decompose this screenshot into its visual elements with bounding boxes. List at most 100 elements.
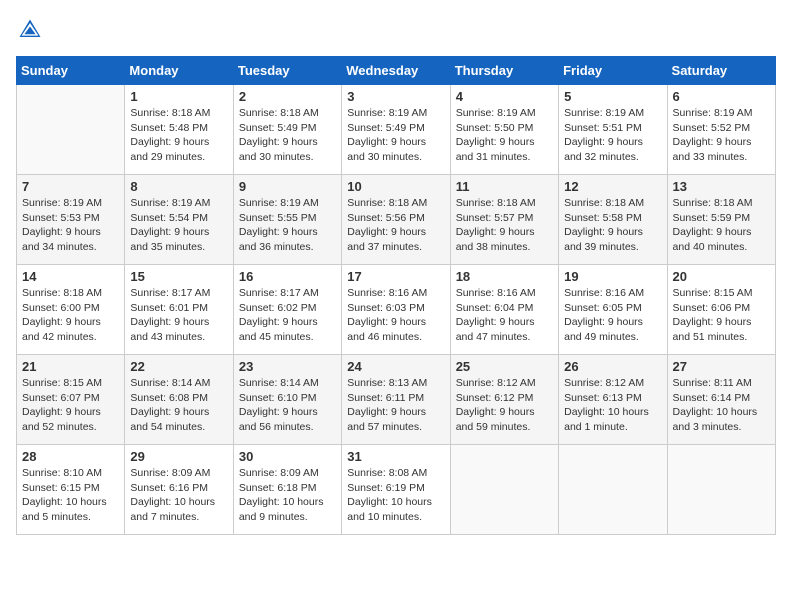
- day-detail: Sunrise: 8:09 AMSunset: 6:18 PMDaylight:…: [239, 466, 336, 525]
- day-number: 9: [239, 179, 336, 194]
- calendar-cell: 13 Sunrise: 8:18 AMSunset: 5:59 PMDayligh…: [667, 175, 775, 265]
- day-number: 4: [456, 89, 553, 104]
- day-number: 7: [22, 179, 119, 194]
- day-number: 8: [130, 179, 227, 194]
- day-number: 23: [239, 359, 336, 374]
- header-row: SundayMondayTuesdayWednesdayThursdayFrid…: [17, 57, 776, 85]
- calendar-cell: 3 Sunrise: 8:19 AMSunset: 5:49 PMDaylight…: [342, 85, 450, 175]
- day-detail: Sunrise: 8:18 AMSunset: 6:00 PMDaylight:…: [22, 286, 119, 345]
- day-number: 30: [239, 449, 336, 464]
- day-number: 24: [347, 359, 444, 374]
- calendar-cell: 10 Sunrise: 8:18 AMSunset: 5:56 PMDayligh…: [342, 175, 450, 265]
- day-detail: Sunrise: 8:13 AMSunset: 6:11 PMDaylight:…: [347, 376, 444, 435]
- day-number: 10: [347, 179, 444, 194]
- calendar-cell: 20 Sunrise: 8:15 AMSunset: 6:06 PMDayligh…: [667, 265, 775, 355]
- day-detail: Sunrise: 8:18 AMSunset: 5:58 PMDaylight:…: [564, 196, 661, 255]
- logo-icon: [16, 16, 44, 44]
- day-number: 15: [130, 269, 227, 284]
- calendar-cell: [450, 445, 558, 535]
- calendar-cell: 24 Sunrise: 8:13 AMSunset: 6:11 PMDayligh…: [342, 355, 450, 445]
- day-detail: Sunrise: 8:19 AMSunset: 5:49 PMDaylight:…: [347, 106, 444, 165]
- day-number: 29: [130, 449, 227, 464]
- day-detail: Sunrise: 8:12 AMSunset: 6:12 PMDaylight:…: [456, 376, 553, 435]
- calendar-header: SundayMondayTuesdayWednesdayThursdayFrid…: [17, 57, 776, 85]
- day-number: 31: [347, 449, 444, 464]
- day-number: 13: [673, 179, 770, 194]
- day-number: 12: [564, 179, 661, 194]
- day-detail: Sunrise: 8:18 AMSunset: 5:59 PMDaylight:…: [673, 196, 770, 255]
- calendar-week-3: 14 Sunrise: 8:18 AMSunset: 6:00 PMDayligh…: [17, 265, 776, 355]
- day-detail: Sunrise: 8:11 AMSunset: 6:14 PMDaylight:…: [673, 376, 770, 435]
- calendar-cell: 28 Sunrise: 8:10 AMSunset: 6:15 PMDayligh…: [17, 445, 125, 535]
- calendar-table: SundayMondayTuesdayWednesdayThursdayFrid…: [16, 56, 776, 535]
- day-number: 19: [564, 269, 661, 284]
- day-number: 21: [22, 359, 119, 374]
- page-header: [16, 16, 776, 44]
- day-detail: Sunrise: 8:16 AMSunset: 6:05 PMDaylight:…: [564, 286, 661, 345]
- day-detail: Sunrise: 8:16 AMSunset: 6:03 PMDaylight:…: [347, 286, 444, 345]
- day-number: 20: [673, 269, 770, 284]
- day-detail: Sunrise: 8:17 AMSunset: 6:01 PMDaylight:…: [130, 286, 227, 345]
- day-number: 27: [673, 359, 770, 374]
- day-number: 18: [456, 269, 553, 284]
- day-detail: Sunrise: 8:15 AMSunset: 6:07 PMDaylight:…: [22, 376, 119, 435]
- logo: [16, 16, 48, 44]
- calendar-cell: 16Sunrise: 8:17 AMSunset: 6:02 PMDayligh…: [233, 265, 341, 355]
- calendar-cell: 25 Sunrise: 8:12 AMSunset: 6:12 PMDayligh…: [450, 355, 558, 445]
- day-detail: Sunrise: 8:08 AMSunset: 6:19 PMDaylight:…: [347, 466, 444, 525]
- day-number: 1: [130, 89, 227, 104]
- calendar-cell: 23 Sunrise: 8:14 AMSunset: 6:10 PMDayligh…: [233, 355, 341, 445]
- day-detail: Sunrise: 8:19 AMSunset: 5:53 PMDaylight:…: [22, 196, 119, 255]
- calendar-cell: 8 Sunrise: 8:19 AMSunset: 5:54 PMDaylight…: [125, 175, 233, 265]
- day-number: 25: [456, 359, 553, 374]
- calendar-cell: 6Sunrise: 8:19 AMSunset: 5:52 PMDaylight…: [667, 85, 775, 175]
- day-detail: Sunrise: 8:18 AMSunset: 5:57 PMDaylight:…: [456, 196, 553, 255]
- calendar-cell: 14 Sunrise: 8:18 AMSunset: 6:00 PMDayligh…: [17, 265, 125, 355]
- day-number: 17: [347, 269, 444, 284]
- day-number: 28: [22, 449, 119, 464]
- calendar-cell: 12 Sunrise: 8:18 AMSunset: 5:58 PMDayligh…: [559, 175, 667, 265]
- header-cell-friday: Friday: [559, 57, 667, 85]
- calendar-cell: [17, 85, 125, 175]
- day-detail: Sunrise: 8:09 AMSunset: 6:16 PMDaylight:…: [130, 466, 227, 525]
- calendar-cell: 21 Sunrise: 8:15 AMSunset: 6:07 PMDayligh…: [17, 355, 125, 445]
- calendar-cell: 7 Sunrise: 8:19 AMSunset: 5:53 PMDaylight…: [17, 175, 125, 265]
- calendar-cell: 2 Sunrise: 8:18 AMSunset: 5:49 PMDaylight…: [233, 85, 341, 175]
- calendar-cell: 15 Sunrise: 8:17 AMSunset: 6:01 PMDayligh…: [125, 265, 233, 355]
- day-detail: Sunrise: 8:15 AMSunset: 6:06 PMDaylight:…: [673, 286, 770, 345]
- calendar-cell: 5 Sunrise: 8:19 AMSunset: 5:51 PMDaylight…: [559, 85, 667, 175]
- calendar-cell: 29 Sunrise: 8:09 AMSunset: 6:16 PMDayligh…: [125, 445, 233, 535]
- calendar-cell: [667, 445, 775, 535]
- day-detail: Sunrise: 8:19 AMSunset: 5:52 PMDaylight:…: [673, 106, 770, 165]
- calendar-cell: 17 Sunrise: 8:16 AMSunset: 6:03 PMDayligh…: [342, 265, 450, 355]
- day-detail: Sunrise: 8:10 AMSunset: 6:15 PMDaylight:…: [22, 466, 119, 525]
- day-detail: Sunrise: 8:18 AMSunset: 5:56 PMDaylight:…: [347, 196, 444, 255]
- day-number: 22: [130, 359, 227, 374]
- calendar-cell: 1 Sunrise: 8:18 AMSunset: 5:48 PMDaylight…: [125, 85, 233, 175]
- day-number: 11: [456, 179, 553, 194]
- day-detail: Sunrise: 8:19 AMSunset: 5:54 PMDaylight:…: [130, 196, 227, 255]
- day-number: 26: [564, 359, 661, 374]
- header-cell-sunday: Sunday: [17, 57, 125, 85]
- calendar-cell: 18Sunrise: 8:16 AMSunset: 6:04 PMDayligh…: [450, 265, 558, 355]
- day-detail: Sunrise: 8:18 AMSunset: 5:48 PMDaylight:…: [130, 106, 227, 165]
- calendar-cell: 26Sunrise: 8:12 AMSunset: 6:13 PMDayligh…: [559, 355, 667, 445]
- day-number: 5: [564, 89, 661, 104]
- calendar-cell: 22Sunrise: 8:14 AMSunset: 6:08 PMDayligh…: [125, 355, 233, 445]
- header-cell-wednesday: Wednesday: [342, 57, 450, 85]
- header-cell-monday: Monday: [125, 57, 233, 85]
- day-detail: Sunrise: 8:18 AMSunset: 5:49 PMDaylight:…: [239, 106, 336, 165]
- calendar-week-2: 7 Sunrise: 8:19 AMSunset: 5:53 PMDaylight…: [17, 175, 776, 265]
- calendar-week-4: 21 Sunrise: 8:15 AMSunset: 6:07 PMDayligh…: [17, 355, 776, 445]
- header-cell-thursday: Thursday: [450, 57, 558, 85]
- day-number: 3: [347, 89, 444, 104]
- day-number: 2: [239, 89, 336, 104]
- calendar-cell: 30 Sunrise: 8:09 AMSunset: 6:18 PMDayligh…: [233, 445, 341, 535]
- day-detail: Sunrise: 8:19 AMSunset: 5:51 PMDaylight:…: [564, 106, 661, 165]
- calendar-week-1: 1 Sunrise: 8:18 AMSunset: 5:48 PMDaylight…: [17, 85, 776, 175]
- day-detail: Sunrise: 8:19 AMSunset: 5:50 PMDaylight:…: [456, 106, 553, 165]
- day-detail: Sunrise: 8:14 AMSunset: 6:10 PMDaylight:…: [239, 376, 336, 435]
- calendar-cell: 11 Sunrise: 8:18 AMSunset: 5:57 PMDayligh…: [450, 175, 558, 265]
- day-number: 14: [22, 269, 119, 284]
- calendar-cell: 4 Sunrise: 8:19 AMSunset: 5:50 PMDaylight…: [450, 85, 558, 175]
